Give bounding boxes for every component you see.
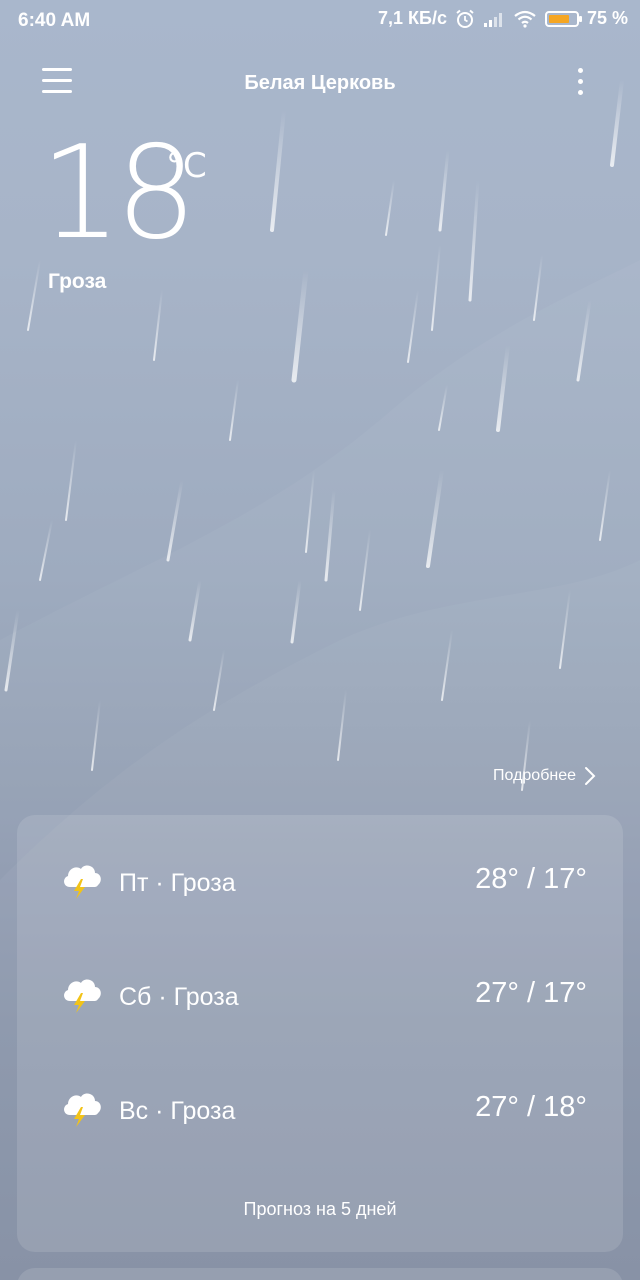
temperature-unit: °C	[166, 146, 207, 186]
current-condition: Гроза	[48, 270, 107, 293]
header: Белая Церковь	[0, 60, 640, 110]
alarm-icon	[456, 9, 474, 28]
forecast-day-label: Сб · Гроза	[119, 983, 239, 1011]
city-title[interactable]: Белая Церковь	[0, 72, 640, 95]
thunderstorm-icon	[64, 1093, 101, 1127]
status-time: 6:40 AM	[18, 10, 91, 31]
thunderstorm-icon	[64, 865, 101, 899]
details-link-label: Подробнее	[493, 767, 576, 784]
wifi-icon	[514, 10, 536, 28]
status-bar: 6:40 AM 7,1 КБ/с 75 %	[0, 0, 640, 44]
battery-icon	[544, 10, 582, 27]
thunderstorm-icon	[64, 979, 101, 1013]
forecast-row-sat[interactable]: Сб · Гроза 27° / 17°	[17, 965, 623, 1025]
forecast-card: Пт · Гроза 28° / 17° Сб · Гроза 27° / 17…	[17, 815, 623, 1252]
forecast-row-sun[interactable]: Вс · Гроза 27° / 18°	[17, 1079, 623, 1139]
forecast-day-label: Пт · Гроза	[119, 869, 236, 897]
forecast-row-fri[interactable]: Пт · Гроза 28° / 17°	[17, 851, 623, 911]
battery-percent: 75 %	[586, 8, 628, 28]
five-day-forecast-link[interactable]: Прогноз на 5 дней	[17, 1199, 623, 1220]
more-vertical-icon[interactable]	[570, 68, 590, 102]
battery-fill	[548, 14, 569, 23]
chevron-right-icon	[585, 767, 596, 785]
forecast-day-label: Вс · Гроза	[119, 1097, 236, 1125]
signal-icon	[483, 12, 502, 27]
details-link[interactable]: Подробнее	[493, 766, 596, 786]
status-icons: 7,1 КБ/с 75 %	[378, 8, 628, 29]
forecast-temps: 27° / 18°	[475, 1091, 587, 1123]
next-card-partial	[17, 1268, 623, 1280]
network-speed: 7,1 КБ/с	[378, 8, 447, 28]
forecast-temps: 28° / 17°	[475, 863, 587, 895]
forecast-temps: 27° / 17°	[475, 977, 587, 1009]
